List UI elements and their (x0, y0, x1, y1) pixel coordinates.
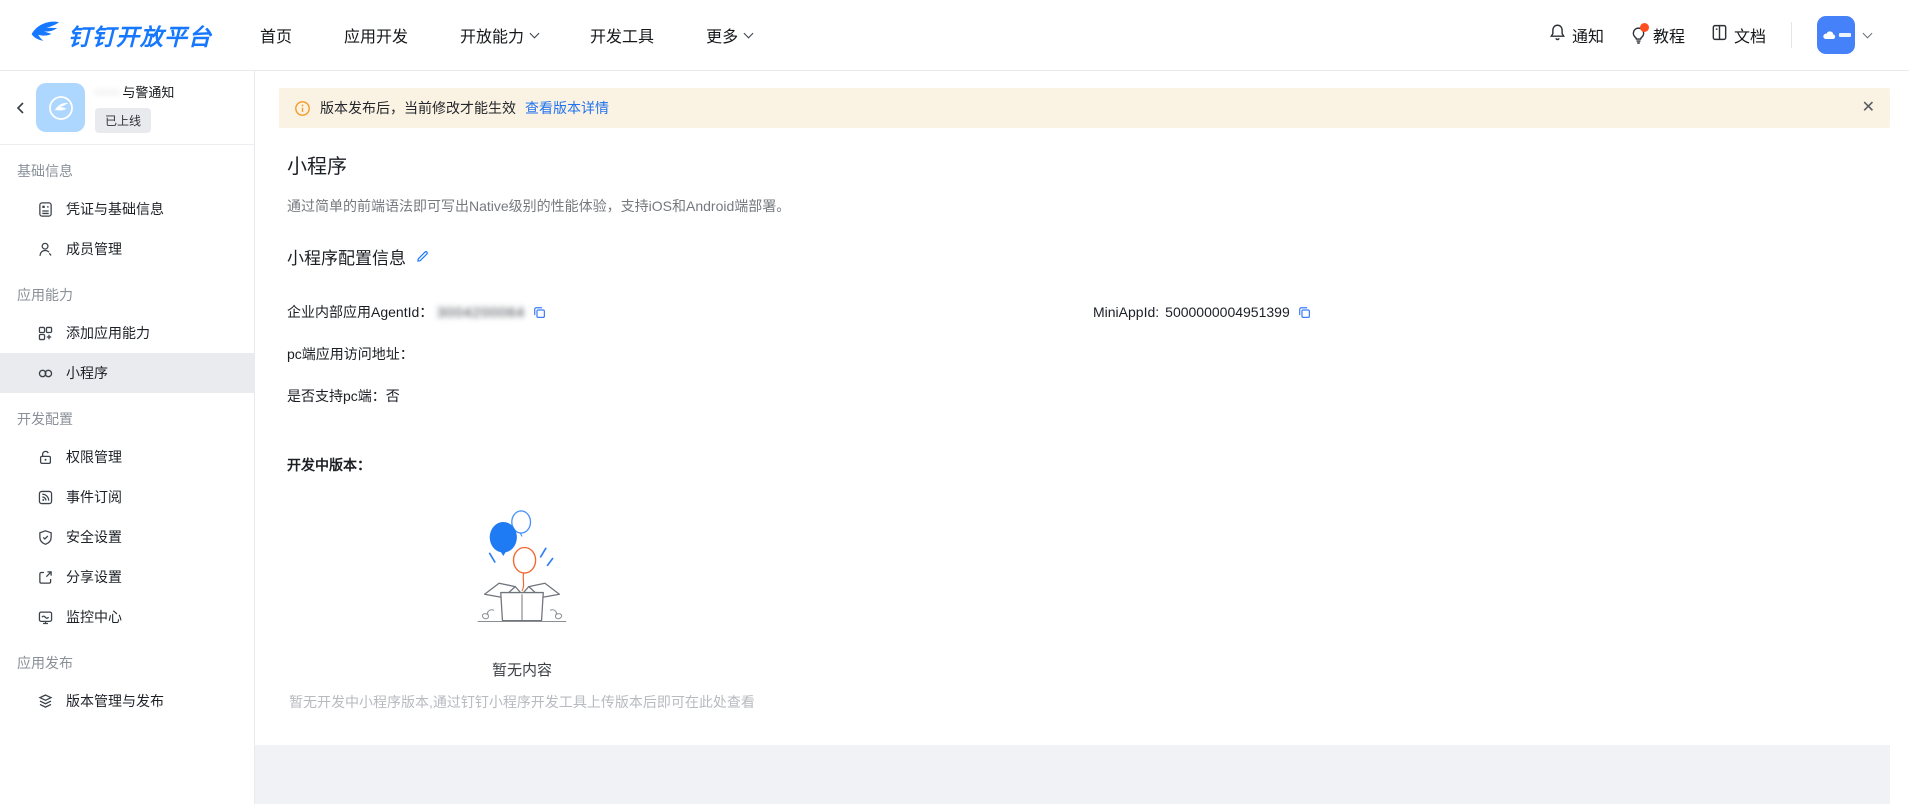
miniapp-icon (37, 365, 54, 382)
sidebar-item-permissions[interactable]: 权限管理 (0, 437, 254, 477)
page-description: 通过简单的前端语法即可写出Native级别的性能体验，支持iOS和Android… (287, 196, 1877, 216)
config-section-header: 小程序配置信息 (287, 244, 1877, 269)
pc-support-label: 是否支持pc端： (287, 386, 386, 406)
config-grid: 企业内部应用AgentId： 3004200064 pc端应用访问地址： 是否支… (287, 291, 1877, 417)
sidebar-item-miniapp[interactable]: 小程序 (0, 353, 254, 393)
pc-support-value: 否 (386, 386, 400, 406)
empty-box-illustration (471, 497, 573, 632)
section-app-capability: 应用能力 (0, 269, 254, 313)
monitor-icon (37, 609, 54, 626)
org-avatar (1817, 16, 1855, 54)
permission-lock-icon (37, 449, 54, 466)
pc-support-row: 是否支持pc端： 否 (287, 375, 1093, 417)
empty-state-title: 暂无内容 (287, 659, 757, 680)
chevron-down-icon (1863, 28, 1873, 38)
app-name: ···· 与警通知 (95, 82, 174, 101)
sidebar-item-members[interactable]: 成员管理 (0, 229, 254, 269)
versions-layers-icon (37, 693, 54, 710)
miniapp-id-value: 5000000004951399 (1165, 304, 1290, 320)
back-button[interactable] (8, 100, 34, 116)
docs-button[interactable]: 文档 (1710, 23, 1766, 47)
agent-id-value: 3004200064 (437, 304, 525, 320)
config-section-title: 小程序配置信息 (287, 244, 406, 269)
version-warning-banner: 版本发布后，当前修改才能生效 查看版本详情 ✕ (279, 88, 1890, 128)
page-title: 小程序 (287, 154, 1877, 180)
menu-app-dev[interactable]: 应用开发 (344, 23, 408, 47)
dev-version-label: 开发中版本： (287, 455, 1877, 475)
edit-pencil-icon[interactable] (415, 249, 430, 264)
dingtalk-wing-icon (30, 19, 61, 52)
empty-state-description: 暂无开发中小程序版本,通过钉钉小程序开发工具上传版本后即可在此处查看 (287, 692, 757, 712)
close-icon[interactable]: ✕ (1862, 100, 1875, 116)
bulb-icon (1629, 26, 1648, 45)
menu-more[interactable]: 更多 (706, 23, 752, 47)
sidebar-item-event-subscription[interactable]: 事件订阅 (0, 477, 254, 517)
copy-icon[interactable] (532, 305, 547, 320)
menu-dev-tools[interactable]: 开发工具 (590, 23, 654, 47)
credential-icon (37, 201, 54, 218)
copy-icon[interactable] (1297, 305, 1312, 320)
app-meta: ···· 与警通知 已上线 (95, 82, 174, 133)
tutorial-button[interactable]: 教程 (1629, 23, 1685, 47)
bell-icon (1548, 23, 1567, 47)
top-navbar: 钉钉开放平台 首页 应用开发 开放能力 开发工具 更多 通知 教程 文档 (0, 0, 1909, 71)
pc-url-label: pc端应用访问地址： (287, 344, 414, 364)
account-menu[interactable] (1817, 16, 1871, 54)
menu-home[interactable]: 首页 (260, 23, 292, 47)
section-app-release: 应用发布 (0, 637, 254, 681)
divider (1791, 22, 1792, 48)
app-name-masked: ···· (95, 84, 120, 99)
navbar-actions: 通知 教程 文档 (1548, 16, 1871, 54)
sidebar-item-version-management[interactable]: 版本管理与发布 (0, 681, 254, 721)
app-sidebar: ···· 与警通知 已上线 基础信息 凭证与基础信息 成员管理 应用能力 (0, 71, 255, 804)
config-right-column: MiniAppId: 5000000004951399 (1093, 291, 1312, 333)
agent-id-row: 企业内部应用AgentId： 3004200064 (287, 291, 1093, 333)
banner-text: 版本发布后，当前修改才能生效 (320, 98, 516, 118)
share-icon (37, 569, 54, 586)
empty-state: 暂无内容 暂无开发中小程序版本,通过钉钉小程序开发工具上传版本后即可在此处查看 (287, 497, 757, 712)
document-icon (1710, 23, 1729, 47)
avatar-text (1839, 33, 1851, 37)
pc-url-row: pc端应用访问地址： (287, 333, 1093, 375)
info-icon (294, 100, 311, 117)
sidebar-item-add-capability[interactable]: 添加应用能力 (0, 313, 254, 353)
sidebar-nav: 基础信息 凭证与基础信息 成员管理 应用能力 添加应用能力 (0, 145, 254, 731)
add-capability-icon (37, 325, 54, 342)
section-basic-info: 基础信息 (0, 145, 254, 189)
menu-open-capability[interactable]: 开放能力 (460, 23, 538, 47)
notifications-button[interactable]: 通知 (1548, 23, 1604, 47)
app-header: ···· 与警通知 已上线 (0, 71, 254, 145)
miniapp-page: 小程序 通过简单的前端语法即可写出Native级别的性能体验，支持iOS和And… (255, 128, 1909, 712)
unread-badge (1640, 23, 1649, 32)
shield-icon (37, 529, 54, 546)
sidebar-item-security[interactable]: 安全设置 (0, 517, 254, 557)
view-version-details-link[interactable]: 查看版本详情 (525, 98, 609, 118)
config-left-column: 企业内部应用AgentId： 3004200064 pc端应用访问地址： 是否支… (287, 291, 1093, 417)
app-icon (36, 83, 85, 132)
sidebar-item-share[interactable]: 分享设置 (0, 557, 254, 597)
sidebar-item-monitoring[interactable]: 监控中心 (0, 597, 254, 637)
main-content: 版本发布后，当前修改才能生效 查看版本详情 ✕ 小程序 通过简单的前端语法即可写… (255, 71, 1909, 804)
footer-strip (255, 745, 1890, 804)
chevron-down-icon (744, 28, 754, 38)
miniapp-id-label: MiniAppId: (1093, 304, 1159, 320)
agent-id-label: 企业内部应用AgentId： (287, 302, 433, 322)
section-dev-config: 开发配置 (0, 393, 254, 437)
main-menu: 首页 应用开发 开放能力 开发工具 更多 (260, 23, 752, 47)
event-feed-icon (37, 489, 54, 506)
app-name-visible: 与警通知 (122, 82, 174, 101)
chevron-down-icon (530, 28, 540, 38)
member-icon (37, 241, 54, 258)
status-badge: 已上线 (95, 108, 151, 133)
sidebar-item-credentials[interactable]: 凭证与基础信息 (0, 189, 254, 229)
logo-text: 钉钉开放平台 (68, 18, 212, 52)
dingtalk-logo[interactable]: 钉钉开放平台 (30, 18, 212, 52)
